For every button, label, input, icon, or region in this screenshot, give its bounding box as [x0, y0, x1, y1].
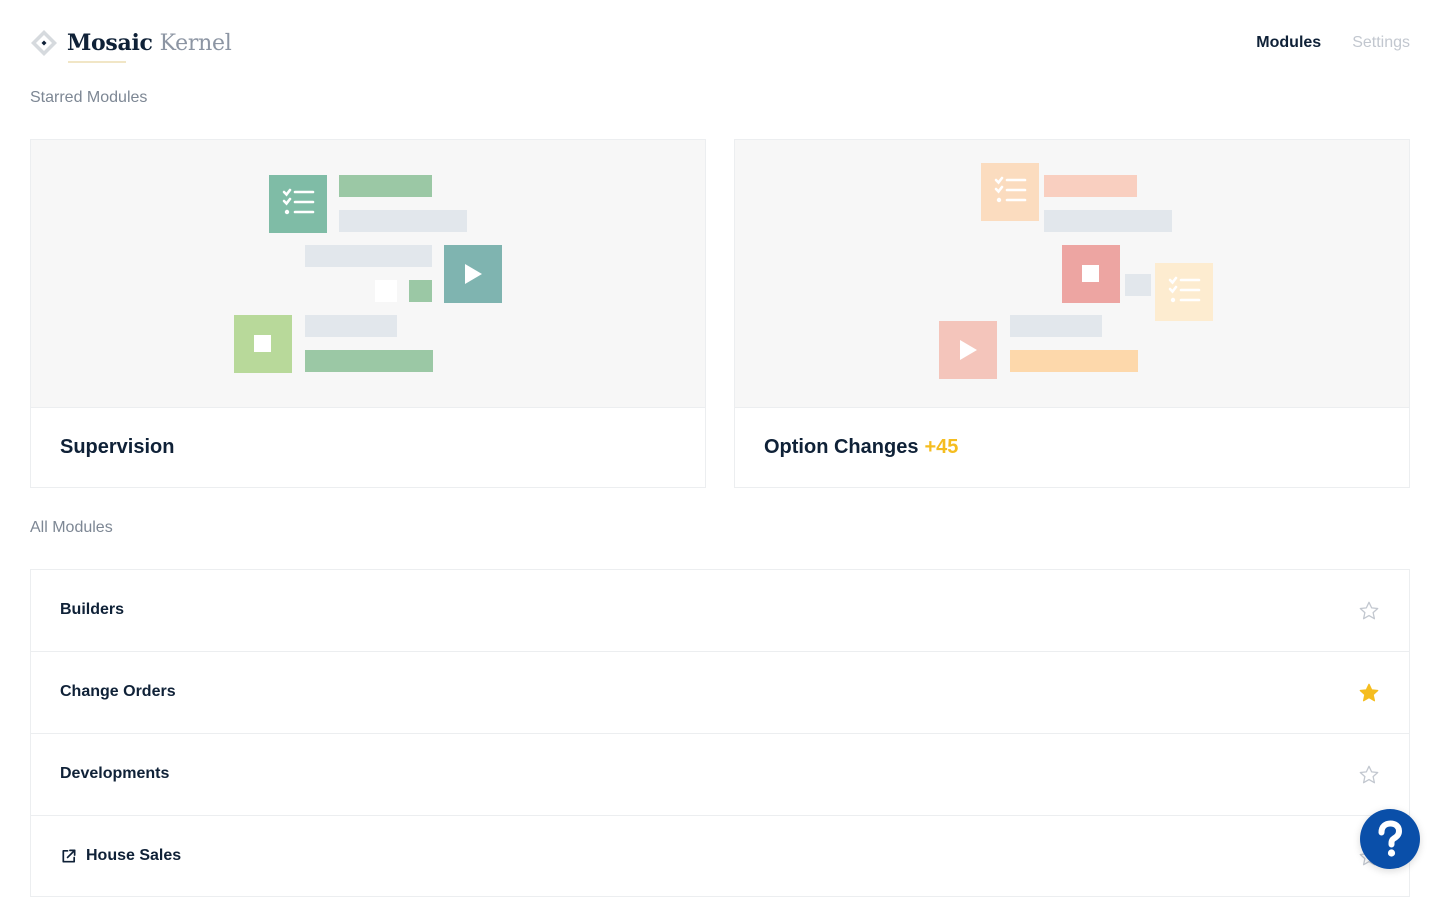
card-illustration: [735, 140, 1409, 408]
logo-primary-text: Mosaic: [67, 30, 153, 56]
card-title: Supervision: [60, 436, 180, 459]
card-title-text: Option Changes: [764, 436, 919, 458]
top-nav: Modules Settings: [1256, 34, 1410, 52]
bar: [305, 350, 433, 372]
module-label-text: House Sales: [86, 847, 182, 864]
option-changes-illustration: [939, 163, 1213, 379]
nav-modules[interactable]: Modules: [1256, 34, 1321, 52]
starred-modules-heading: Starred Modules: [30, 89, 148, 106]
bar: [1010, 350, 1138, 372]
app-logo[interactable]: Mosaic Kernel: [30, 28, 232, 63]
module-label-text: Change Orders: [60, 683, 176, 700]
bar: [339, 175, 432, 197]
supervision-illustration: [234, 175, 502, 373]
module-label: Change Orders: [60, 683, 176, 701]
bar: [305, 315, 397, 337]
bar: [305, 245, 432, 267]
all-modules-heading: All Modules: [30, 519, 113, 536]
module-label: Builders: [60, 601, 124, 619]
star-filled-icon[interactable]: [1358, 682, 1380, 704]
starred-card-supervision[interactable]: Supervision: [30, 139, 706, 488]
logo-secondary-text: Kernel: [159, 30, 232, 56]
card-illustration: [31, 140, 705, 408]
star-icon[interactable]: [1358, 764, 1380, 786]
square: [375, 280, 397, 302]
module-list: Builders Change Orders Developments Hous…: [30, 569, 1410, 897]
module-label-text: Developments: [60, 765, 170, 782]
app-header: Mosaic Kernel Modules Settings: [0, 0, 1440, 88]
checklist-tile: [981, 163, 1039, 221]
module-label: Developments: [60, 765, 169, 783]
square: [1125, 274, 1151, 296]
star-icon[interactable]: [1358, 600, 1380, 622]
module-row-house-sales[interactable]: House Sales: [30, 815, 1410, 897]
checklist-tile: [1155, 263, 1213, 321]
square: [409, 280, 432, 302]
module-row-developments[interactable]: Developments: [30, 733, 1410, 815]
question-mark-icon: [1378, 820, 1402, 857]
nav-settings[interactable]: Settings: [1352, 34, 1410, 52]
help-button[interactable]: [1360, 809, 1420, 869]
external-link-icon: [62, 849, 76, 863]
bar: [339, 210, 467, 232]
stop-icon: [1082, 265, 1099, 282]
bar: [1010, 315, 1102, 337]
bar: [1044, 175, 1137, 197]
checklist-tile: [269, 175, 327, 233]
module-label: House Sales: [60, 847, 181, 865]
bar: [1044, 210, 1172, 232]
logo-underline: [68, 61, 126, 63]
stop-icon: [254, 335, 271, 352]
card-title-text: Supervision: [60, 436, 175, 458]
module-row-change-orders[interactable]: Change Orders: [30, 651, 1410, 733]
starred-card-option-changes[interactable]: Option Changes +45: [734, 139, 1410, 488]
module-row-builders[interactable]: Builders: [30, 569, 1410, 651]
diamond-logo-icon: [31, 30, 57, 56]
module-label-text: Builders: [60, 601, 125, 618]
card-badge: +45: [924, 436, 959, 458]
card-title: Option Changes +45: [764, 436, 958, 459]
